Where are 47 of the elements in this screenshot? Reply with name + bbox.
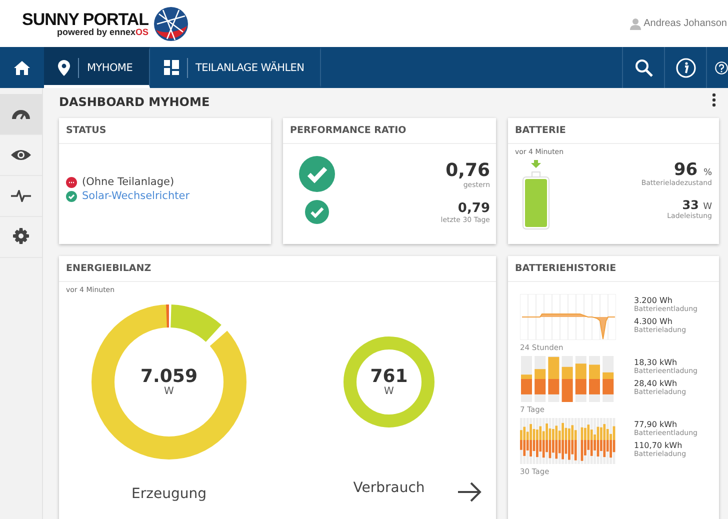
pulse-icon (11, 190, 31, 202)
search-icon (634, 58, 652, 76)
globe-logo-icon (152, 6, 189, 42)
settings-icon (12, 228, 30, 246)
nav-tab[interactable]: TEILANLAGE WÄHLEN (150, 47, 322, 88)
user-name[interactable]: Andreas Johanson (644, 18, 727, 29)
ok-status-icon (66, 190, 77, 202)
generation-label: Erzeugung (132, 486, 206, 502)
discharge-value: 18,30 kWh (634, 358, 678, 367)
charging-battery-icon (521, 160, 551, 230)
card-title: PERFORMANCE RATIO (283, 118, 496, 144)
help-button[interactable] (706, 47, 728, 88)
charge-value: 28,40 kWh (634, 379, 678, 388)
discharge-value: 3.200 Wh (634, 296, 674, 305)
ratio-value: 0,79 (458, 200, 490, 216)
check-icon (305, 200, 329, 224)
power-value: 33 W (682, 199, 712, 212)
charge-value: 96 % (674, 162, 712, 179)
logo-subtitle: powered by ennexOS (57, 28, 149, 36)
status-link[interactable]: Solar-Wechselrichter (82, 190, 190, 202)
card-title: STATUS (59, 118, 271, 144)
charge-value: 110,70 kWh (634, 441, 684, 450)
info-icon (676, 58, 696, 78)
grid-icon (164, 60, 179, 75)
user-icon (630, 18, 641, 30)
card-title: ENERGIEBILANZ (59, 256, 496, 282)
generation-unit: W (164, 386, 174, 396)
nav-tab[interactable]: MYHOME (44, 47, 150, 88)
card-title: BATTERIE (508, 118, 719, 144)
location-pin-icon (58, 60, 70, 76)
eye-icon (11, 149, 31, 161)
charge-value: 4.300 Wh (634, 317, 674, 326)
page-title: DASHBOARD MYHOME (59, 95, 210, 109)
error-status-icon (66, 176, 77, 188)
home-icon (14, 60, 30, 74)
ratio-value: 0,76 (446, 160, 490, 180)
consumption-value: 761 (370, 368, 408, 386)
status-label: (Ohne Teilanlage) (82, 176, 174, 188)
discharge-value: 77,90 kWh (634, 420, 678, 429)
consumption-label: Verbrauch (353, 480, 425, 496)
generation-value: 7.059 (140, 368, 198, 386)
consumption-unit: W (384, 386, 394, 396)
logo-title: SUNNY PORTAL (22, 10, 149, 28)
gauge-icon (11, 108, 31, 120)
card-title: BATTERIEHISTORIE (508, 256, 719, 282)
check-icon (299, 156, 335, 192)
gauge-nav-button[interactable] (0, 94, 42, 135)
